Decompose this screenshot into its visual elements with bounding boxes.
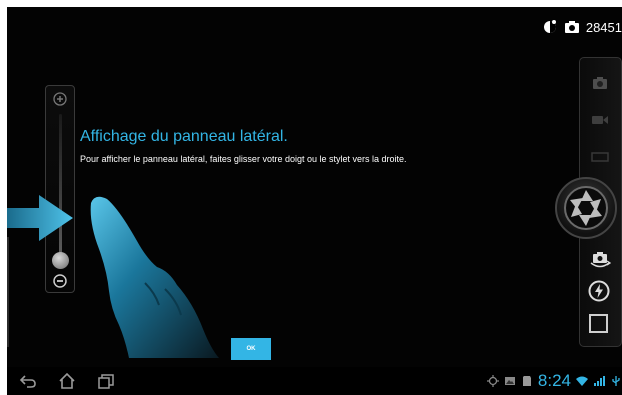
- gps-icon: [486, 375, 499, 387]
- switch-camera-icon[interactable]: [589, 251, 611, 269]
- system-status-area[interactable]: 8:24: [486, 371, 622, 391]
- swipe-right-arrow-icon: [7, 195, 73, 241]
- zoom-slider[interactable]: [45, 85, 75, 293]
- shutter-icon: [564, 186, 608, 230]
- back-icon[interactable]: [19, 373, 37, 389]
- home-icon[interactable]: [58, 373, 76, 389]
- flash-auto-icon[interactable]: [588, 280, 610, 302]
- ok-button[interactable]: OK: [231, 338, 271, 360]
- side-panel-edge[interactable]: [7, 237, 9, 347]
- signal-icon: [594, 376, 605, 386]
- recent-apps-icon[interactable]: [97, 373, 115, 389]
- white-balance-icon: [543, 20, 556, 33]
- camera-icon: [564, 21, 579, 33]
- status-clock: 8:24: [537, 371, 571, 390]
- tutorial-title: Affichage du panneau latéral.: [80, 128, 288, 145]
- camera-screen: 28451 Affichage du panneau latéral. Pour…: [7, 7, 622, 395]
- tutorial-body: Pour afficher le panneau latéral, faites…: [80, 154, 407, 164]
- video-mode-icon[interactable]: [591, 113, 609, 127]
- panorama-mode-icon[interactable]: [591, 150, 609, 164]
- system-navigation-bar: 8:24: [7, 367, 622, 395]
- sd-card-icon: [522, 376, 531, 386]
- zoom-in-icon[interactable]: [53, 92, 67, 106]
- camera-mode-icon[interactable]: [591, 76, 609, 90]
- shutter-button[interactable]: [555, 177, 617, 239]
- usb-icon: [612, 376, 620, 386]
- photo-counter: 28451: [585, 19, 622, 35]
- swipe-hand-icon: [90, 196, 220, 358]
- gallery-icon: [504, 377, 515, 385]
- square-icon[interactable]: [589, 314, 608, 333]
- zoom-handle[interactable]: [52, 252, 69, 269]
- wifi-icon: [576, 376, 588, 386]
- zoom-out-icon[interactable]: [53, 274, 67, 288]
- top-status-bar: 28451: [542, 17, 622, 37]
